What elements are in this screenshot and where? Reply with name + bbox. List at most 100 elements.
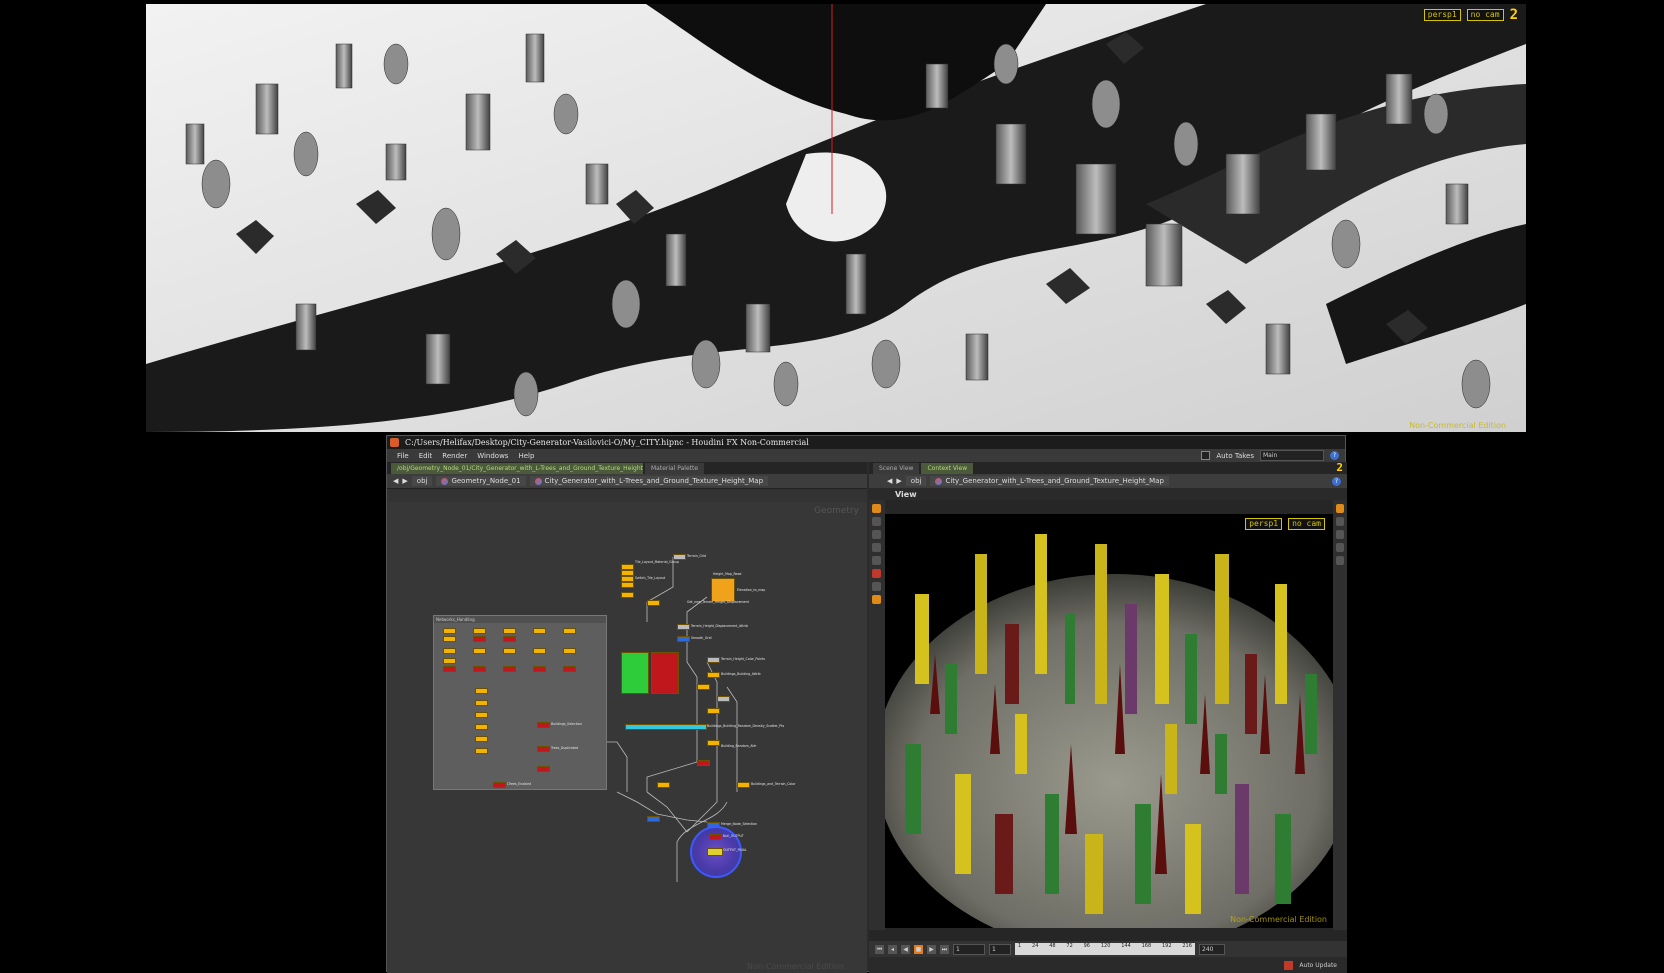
node-get-height[interactable] [647,600,660,606]
view-tool-icon[interactable] [872,582,881,591]
forward-arrow-icon[interactable]: ▶ [896,477,901,485]
end-frame-field[interactable]: 240 [1199,943,1225,955]
nb-node[interactable] [503,666,516,672]
display-option-icon[interactable] [1336,504,1344,513]
back-arrow-icon[interactable]: ◀ [887,477,892,485]
node-merge-left[interactable] [647,816,660,822]
top-viewport[interactable]: persp1 no cam 2 Non-Commercial Edition [146,4,1526,432]
nb-node[interactable] [443,648,456,654]
current-frame-field[interactable]: 1 [953,943,985,955]
cam-menu[interactable]: no cam [1466,9,1504,21]
help-icon[interactable]: ? [1332,476,1341,486]
handle-tool-icon[interactable] [872,556,881,565]
menu-file[interactable]: File [397,452,409,460]
node-buildings-terrain[interactable] [657,782,670,788]
nb-node[interactable] [475,712,488,718]
node-building-extra-b[interactable] [717,696,730,702]
nb-node[interactable] [443,666,456,672]
node-building-extra-c[interactable] [707,708,720,714]
jump-end-icon[interactable]: ⏭ [940,944,949,954]
nb-node[interactable] [563,666,576,672]
node-terrain-color[interactable] [707,657,720,663]
nb-node[interactable] [503,648,516,654]
play-icon[interactable]: ▶ [927,944,936,954]
display-option-icon[interactable] [1336,530,1344,539]
nb-node[interactable] [475,700,488,706]
start-frame-field[interactable]: 1 [989,943,1011,955]
timeline-ruler[interactable]: 1 24 48 72 96 120 144 168 192 216 [1015,943,1195,955]
display-option-icon[interactable] [1336,556,1344,565]
display-option-icon[interactable] [1336,543,1344,552]
step-back-icon[interactable]: ◂ [888,944,897,954]
node-building-random[interactable] [707,740,720,746]
nb-node[interactable] [473,666,486,672]
display-option-icon[interactable] [1336,517,1344,526]
jump-start-icon[interactable]: ⏮ [875,944,884,954]
menu-render[interactable]: Render [442,452,467,460]
nb-node[interactable] [443,658,456,664]
breadcrumb-obj[interactable]: obj [411,476,433,486]
nb-node[interactable] [563,628,576,634]
nb-node[interactable] [473,628,486,634]
tab-scene-view[interactable]: Scene View [873,463,920,474]
nb-node[interactable] [443,636,456,642]
node-building-scatter[interactable] [625,724,707,730]
move-tool-icon[interactable] [872,517,881,526]
node-buildings-terrain-color[interactable] [737,782,750,788]
node-output-final[interactable] [707,848,723,856]
node-null-output[interactable] [709,834,722,840]
nb-node[interactable] [503,636,516,642]
take-select[interactable]: Main [1260,450,1324,461]
help-icon[interactable]: ? [1330,451,1339,460]
back-arrow-icon[interactable]: ◀ [393,477,398,485]
rotate-tool-icon[interactable] [872,530,881,539]
breadcrumb-city-generator[interactable]: City_Generator_with_L-Trees_and_Ground_T… [930,476,1169,486]
breadcrumb-obj[interactable]: obj [905,476,927,486]
forward-arrow-icon[interactable]: ▶ [402,477,407,485]
menu-windows[interactable]: Windows [477,452,508,460]
nb-node[interactable] [475,748,488,754]
tab-network-path[interactable]: /obj/Geometry_Node_01/City_Generator_wit… [391,463,643,474]
nb-node[interactable] [533,628,546,634]
stop-icon[interactable]: ■ [914,944,923,954]
select-tool-icon[interactable] [872,504,881,513]
breadcrumb-city-generator[interactable]: City_Generator_with_L-Trees_and_Ground_T… [529,476,769,486]
nb-node[interactable] [475,736,488,742]
nb-node[interactable] [503,628,516,634]
tab-context-view[interactable]: Context View [921,463,974,474]
menu-edit[interactable]: Edit [419,452,433,460]
nb-node[interactable] [537,722,550,728]
record-icon[interactable] [1284,960,1294,970]
camera-menu[interactable]: persp1 [1423,9,1461,21]
cam-menu[interactable]: no cam [1288,518,1325,530]
nb-node[interactable] [475,724,488,730]
nb-node[interactable] [493,782,506,788]
nb-node[interactable] [563,648,576,654]
node-building-extra[interactable] [697,684,710,690]
node-building-number[interactable] [697,760,710,766]
nb-node[interactable] [537,746,550,752]
breadcrumb-geometry-node[interactable]: Geometry_Node_01 [436,476,526,486]
node-tile-layout-c[interactable] [621,582,634,588]
nb-node[interactable] [475,688,488,694]
node-tile-layout-d[interactable] [621,592,634,598]
scene-viewport[interactable]: persp1 no cam Non-Commercial Edition [885,514,1333,928]
scale-tool-icon[interactable] [872,543,881,552]
menu-help[interactable]: Help [518,452,534,460]
network-canvas[interactable]: Geometry Networks_Handling Terrain_Grid … [387,502,867,973]
nb-node[interactable] [473,636,486,642]
nb-node[interactable] [533,666,546,672]
node-height-displacement[interactable] [677,624,690,630]
node-buildings-attrib[interactable] [707,672,720,678]
network-box[interactable]: Networks_Handling [433,615,607,790]
camera-menu[interactable]: persp1 [1245,518,1283,530]
nb-node[interactable] [537,766,550,772]
node-smooth-grid[interactable] [677,636,690,642]
snap-tool-icon[interactable] [872,595,881,604]
node-height-map-read[interactable] [711,578,735,602]
nb-node[interactable] [443,628,456,634]
node-green-group[interactable] [621,652,649,694]
nb-node[interactable] [473,648,486,654]
nb-node[interactable] [533,648,546,654]
auto-takes-checkbox[interactable] [1201,451,1211,460]
